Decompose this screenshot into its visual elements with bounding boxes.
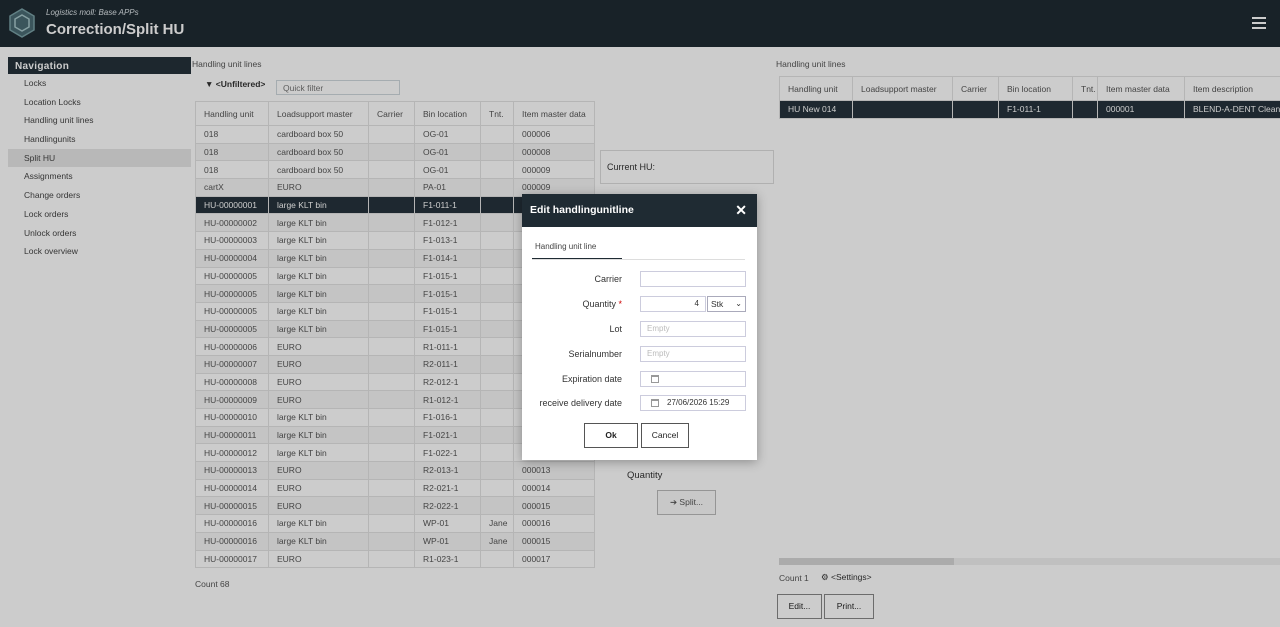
tab-handling-unit-line[interactable]: Handling unit line (532, 237, 622, 260)
carrier-field[interactable] (640, 271, 746, 287)
ok-button[interactable]: Ok (584, 423, 638, 448)
serialnumber-label: Serialnumber (568, 349, 622, 359)
edit-handlingunitline-dialog: Edit handlingunitline ✕ Handling unit li… (522, 194, 757, 460)
serialnumber-field[interactable]: Empty (640, 346, 746, 362)
expiration-date-field[interactable] (640, 371, 746, 387)
dialog-title: Edit handlingunitline (530, 204, 634, 216)
calendar-icon (651, 398, 659, 407)
receive-delivery-date-field[interactable]: 27/06/2026 15:29 (640, 395, 746, 411)
quantity-field[interactable]: 4 (640, 296, 706, 312)
quantity-label: Quantity * (582, 299, 622, 309)
calendar-icon (651, 374, 659, 383)
lot-field[interactable]: Empty (640, 321, 746, 337)
chevron-down-icon: ⌄ (735, 299, 742, 308)
expiration-date-label: Expiration date (561, 374, 622, 384)
unit-select[interactable]: Stk ⌄ (707, 296, 746, 312)
dialog-header: Edit handlingunitline ✕ (522, 194, 757, 227)
carrier-label: Carrier (594, 274, 622, 284)
receive-delivery-date-label: receive delivery date (539, 398, 622, 408)
close-icon[interactable]: ✕ (735, 203, 747, 217)
cancel-button[interactable]: Cancel (641, 423, 689, 448)
lot-label: Lot (609, 324, 622, 334)
